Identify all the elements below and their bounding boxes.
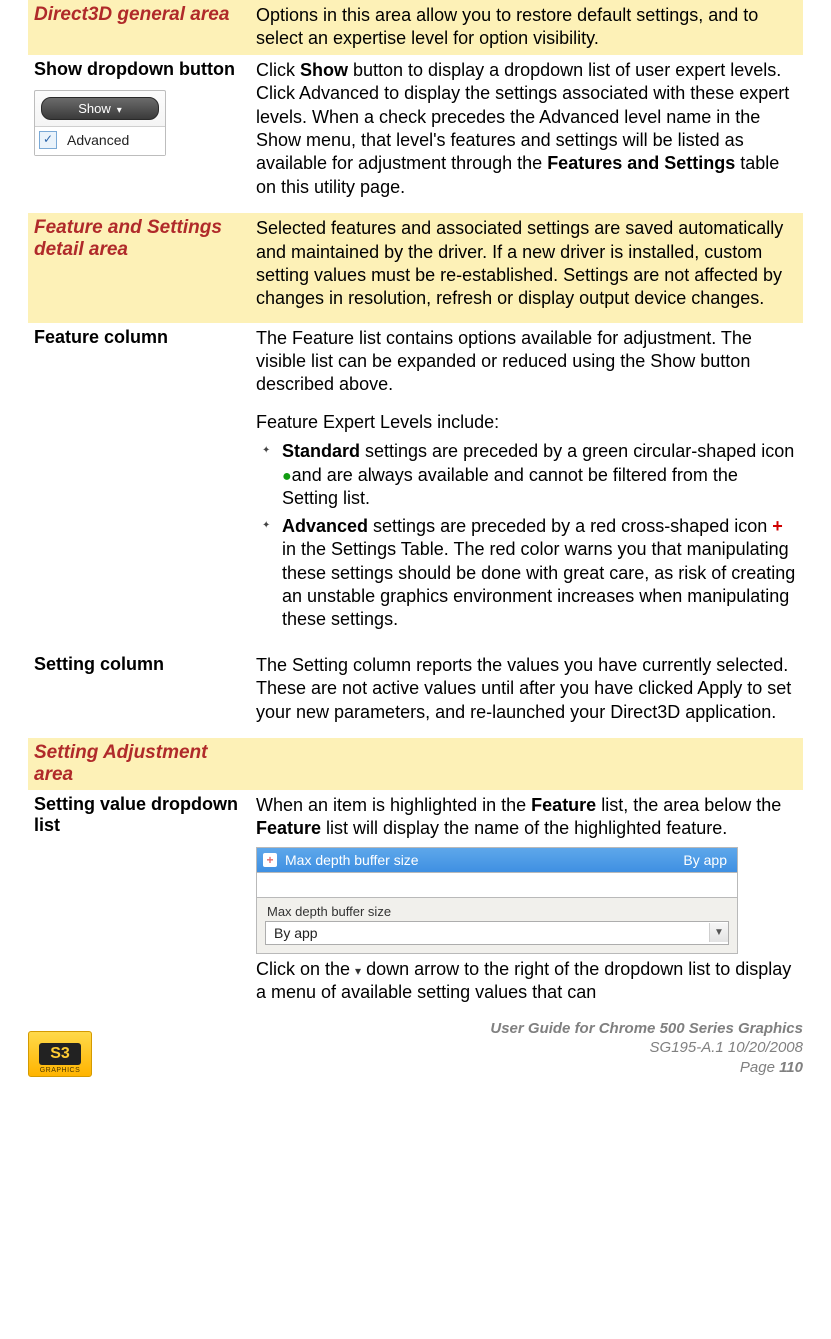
red-plus-icon: +: [263, 853, 277, 867]
feature-bullets: Standard settings are preceded by a gree…: [256, 440, 797, 632]
section-direct3d-general: Direct3D general area Options in this ar…: [28, 0, 803, 55]
logo-subtext: GRAPHICS: [40, 1067, 81, 1074]
row-setting-value-dropdown: Setting value dropdown list When an item…: [28, 790, 803, 1009]
row-desc-p1: When an item is highlighted in the Featu…: [256, 794, 797, 841]
footer-text: User Guide for Chrome 500 Series Graphic…: [490, 1019, 803, 1078]
row-desc: Click Show button to display a dropdown …: [256, 59, 797, 199]
selected-feature-label: Max depth buffer size: [285, 852, 419, 868]
row-title: Show dropdown button: [34, 59, 244, 80]
footer-meta: SG195-A.1 10/20/2008: [490, 1038, 803, 1058]
selected-feature-row[interactable]: + Max depth buffer size By app: [257, 848, 737, 873]
setting-widget: + Max depth buffer size By app Max depth…: [256, 847, 738, 954]
menu-item-label: Advanced: [67, 132, 129, 148]
red-plus-icon: +: [772, 516, 783, 536]
row-title: Setting column: [34, 654, 244, 675]
feature-p1: The Feature list contains options availa…: [256, 327, 797, 397]
check-icon: ✓: [39, 131, 57, 149]
section-desc: Selected features and associated setting…: [256, 217, 797, 311]
footer-title: User Guide for Chrome 500 Series Graphic…: [490, 1019, 803, 1039]
setting-value-dropdown[interactable]: By app ▼: [265, 921, 729, 945]
bullet-standard: Standard settings are preceded by a gree…: [282, 440, 797, 511]
section-setting-adjustment: Setting Adjustment area: [28, 738, 803, 790]
dropdown-label: Max depth buffer size: [257, 898, 737, 921]
row-desc: The Setting column reports the values yo…: [256, 654, 797, 724]
section-desc: Options in this area allow you to restor…: [256, 4, 797, 51]
section-title: Setting Adjustment area: [34, 742, 207, 785]
row-title: Feature column: [34, 327, 244, 348]
row-setting-column: Setting column The Setting column report…: [28, 650, 803, 738]
section-feature-settings-detail: Feature and Settings detail area Selecte…: [28, 213, 803, 323]
page-footer: S3 GRAPHICS User Guide for Chrome 500 Se…: [28, 1019, 803, 1088]
blank-row: [257, 873, 737, 898]
footer-page: Page 110: [490, 1058, 803, 1078]
green-dot-icon: ●: [282, 468, 292, 485]
feature-p2: Feature Expert Levels include:: [256, 411, 797, 434]
row-title: Setting value dropdown list: [34, 794, 244, 836]
show-menu-item-advanced[interactable]: ✓ Advanced: [39, 131, 161, 149]
logo-text: S3: [39, 1043, 81, 1065]
chevron-down-icon[interactable]: ▼: [709, 923, 728, 942]
section-title: Feature and Settings detail area: [34, 217, 222, 260]
s3-logo: S3 GRAPHICS: [28, 1031, 92, 1077]
dropdown-value: By app: [266, 922, 709, 944]
content-table: Direct3D general area Options in this ar…: [28, 0, 803, 1009]
show-button-label: Show: [78, 101, 111, 116]
show-menu: ✓ Advanced: [35, 126, 165, 155]
chevron-down-icon: ▾: [117, 105, 122, 116]
show-widget: Show ▾ ✓ Advanced: [34, 90, 166, 156]
bullet-advanced: Advanced settings are preceded by a red …: [282, 515, 797, 632]
section-title: Direct3D general area: [34, 4, 229, 25]
row-feature-column: Feature column The Feature list contains…: [28, 323, 803, 650]
row-show-dropdown: Show dropdown button Show ▾ ✓ Advanced Cl…: [28, 55, 803, 213]
show-button[interactable]: Show ▾: [41, 97, 159, 120]
row-desc-p2: Click on the ▾ down arrow to the right o…: [256, 958, 797, 1005]
selected-feature-value: By app: [683, 852, 727, 868]
